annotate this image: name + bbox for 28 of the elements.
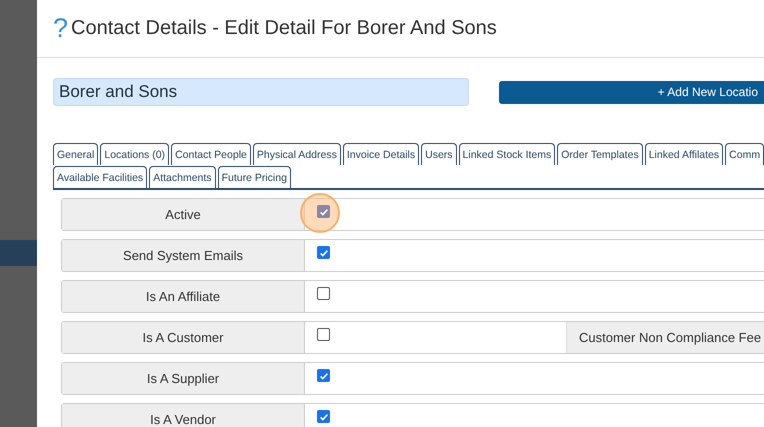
tab[interactable]: Attachments xyxy=(149,166,216,188)
tab[interactable]: Linked Affilates xyxy=(644,143,724,165)
tab[interactable]: Future Pricing xyxy=(218,166,291,188)
checkbox[interactable] xyxy=(317,246,330,259)
field-label: Customer Non Compliance Fee xyxy=(567,322,764,353)
tab[interactable]: Comm xyxy=(725,143,764,165)
checkbox[interactable] xyxy=(317,369,330,382)
dialog-title: Contact Details - Edit Detail For Borer And Sons xyxy=(71,17,497,40)
tab[interactable]: Invoice Details xyxy=(342,143,420,165)
field-label: Is A Supplier xyxy=(62,363,305,394)
field-label: Active xyxy=(62,199,305,230)
checkbox[interactable] xyxy=(317,328,330,341)
tab[interactable]: Linked Stock Items xyxy=(458,143,556,165)
tab[interactable]: Users xyxy=(421,143,457,165)
field-label: Is An Affiliate xyxy=(62,281,305,312)
add-location-button[interactable]: + Add New Locatio xyxy=(498,80,764,104)
field-label: Is A Vendor xyxy=(62,404,305,427)
tab[interactable]: Order Templates xyxy=(557,143,643,165)
checkbox[interactable] xyxy=(317,410,330,423)
tab[interactable]: Available Facilities xyxy=(53,166,148,188)
tab[interactable]: Physical Address xyxy=(252,143,341,165)
checkbox[interactable] xyxy=(317,287,330,300)
tab[interactable]: Contact People xyxy=(171,143,251,165)
field-label: Is A Customer xyxy=(62,322,305,353)
tab[interactable]: General xyxy=(53,143,98,165)
tab[interactable]: Locations (0) xyxy=(100,143,170,165)
field-label: Send System Emails xyxy=(62,240,305,271)
name-field[interactable]: Borer and Sons xyxy=(53,78,469,106)
